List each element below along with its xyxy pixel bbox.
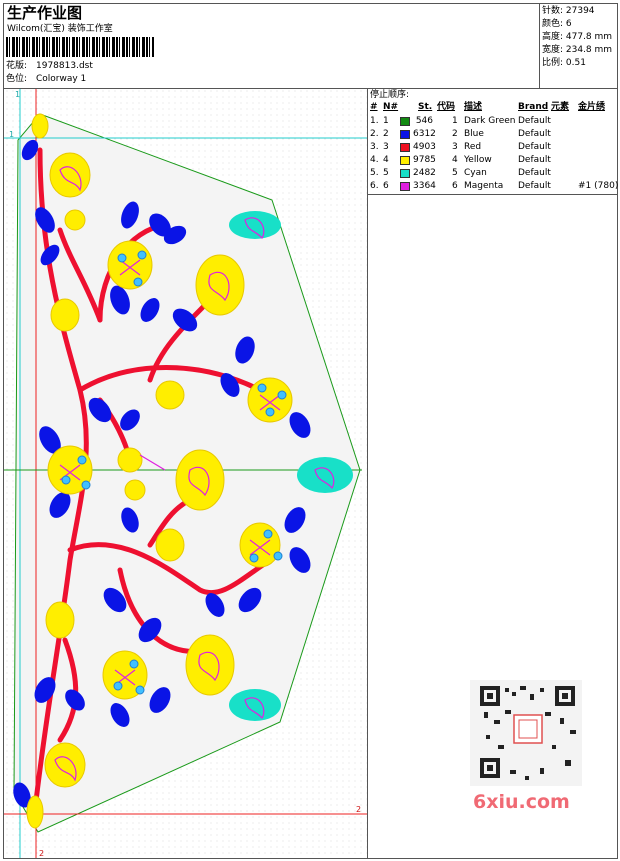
qr-seal [513, 714, 543, 744]
qr-watermark: 6xiu.com [470, 680, 582, 813]
watermark-text: 6xiu.com [473, 791, 570, 813]
